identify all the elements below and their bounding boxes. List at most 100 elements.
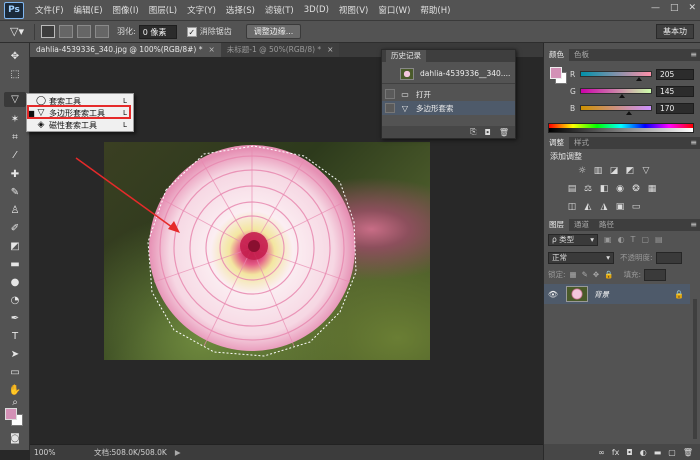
document-canvas[interactable] bbox=[104, 142, 430, 360]
lock-position-icon[interactable]: ✥ bbox=[593, 270, 599, 279]
shape-tool[interactable]: ▭ bbox=[4, 365, 26, 380]
layers-scrollbar[interactable] bbox=[693, 299, 697, 439]
gradient-map-icon[interactable]: ▭ bbox=[630, 201, 642, 213]
tab-color[interactable]: 颜色 bbox=[544, 49, 569, 61]
curves-icon[interactable]: ◪ bbox=[608, 165, 620, 177]
type-tool[interactable]: T bbox=[4, 329, 26, 344]
fx-icon[interactable]: fx bbox=[612, 448, 620, 457]
new-selection-mode-button[interactable] bbox=[41, 25, 55, 38]
color-foreground-swatch[interactable] bbox=[550, 67, 562, 79]
panel-menu-icon[interactable]: ≡ bbox=[690, 50, 697, 59]
lock-all-icon[interactable]: 🔒 bbox=[604, 270, 613, 279]
type-filter-icon[interactable]: T bbox=[631, 235, 636, 244]
close-icon[interactable]: × bbox=[208, 43, 214, 57]
selective-color-icon[interactable]: ▣ bbox=[614, 201, 626, 213]
menu-help[interactable]: 帮助(H) bbox=[415, 4, 455, 16]
red-slider[interactable] bbox=[580, 71, 652, 81]
blur-tool[interactable]: ● bbox=[4, 275, 26, 290]
workspace-switcher[interactable]: 基本功 bbox=[656, 24, 694, 39]
opacity-input[interactable] bbox=[655, 251, 682, 264]
eye-icon[interactable]: 👁 bbox=[546, 290, 560, 299]
quick-mask-button[interactable]: ◙ bbox=[4, 431, 26, 446]
tab-dahlia[interactable]: dahlia-4539336_340.jpg @ 100%(RGB/8#) * × bbox=[30, 43, 221, 57]
tab-layers[interactable]: 图层 bbox=[544, 219, 569, 231]
photo-filter-icon[interactable]: ◉ bbox=[614, 183, 626, 195]
new-layer-icon[interactable]: ▢ bbox=[668, 448, 676, 457]
stamp-tool[interactable]: ♙ bbox=[4, 203, 26, 218]
shape-filter-icon[interactable]: ▢ bbox=[641, 235, 649, 244]
tool-preset-picker[interactable]: ▽▾ bbox=[4, 24, 30, 40]
history-step-open[interactable]: ▭ 打开 bbox=[382, 87, 515, 101]
adjustment-layer-icon[interactable]: ◐ bbox=[640, 448, 647, 457]
history-step-polygonal-lasso[interactable]: ▽ 多边形套索 bbox=[382, 101, 515, 115]
lock-transparency-icon[interactable]: ▦ bbox=[570, 270, 577, 279]
menu-3d[interactable]: 3D(D) bbox=[299, 5, 334, 15]
smart-filter-icon[interactable]: ▤ bbox=[655, 235, 663, 244]
zoom-level[interactable]: 100% bbox=[30, 448, 58, 457]
healing-tool[interactable]: ✚ bbox=[4, 167, 26, 182]
refine-edge-button[interactable]: 调整边缘... bbox=[245, 24, 302, 39]
vibrance-icon[interactable]: ▽ bbox=[640, 165, 652, 177]
brush-tool[interactable]: ✎ bbox=[4, 185, 26, 200]
menu-view[interactable]: 视图(V) bbox=[334, 4, 373, 16]
green-value-input[interactable]: 145 bbox=[656, 85, 694, 97]
slider-knob[interactable] bbox=[635, 77, 642, 81]
lasso-tool[interactable]: ▽ bbox=[4, 92, 26, 107]
menu-image[interactable]: 图像(I) bbox=[108, 4, 144, 16]
tab-paths[interactable]: 路径 bbox=[594, 219, 619, 231]
tab-channels[interactable]: 通道 bbox=[569, 219, 594, 231]
menu-window[interactable]: 窗口(W) bbox=[373, 4, 415, 16]
brightness-icon[interactable]: ☼ bbox=[576, 165, 588, 177]
green-slider[interactable] bbox=[580, 88, 652, 98]
tab-styles[interactable]: 样式 bbox=[569, 137, 594, 149]
history-source-checkbox[interactable] bbox=[385, 103, 395, 113]
posterize-icon[interactable]: ◭ bbox=[582, 201, 594, 213]
black-white-icon[interactable]: ◧ bbox=[598, 183, 610, 195]
history-snapshot[interactable]: dahlia-4539336__340.... bbox=[382, 64, 515, 84]
adjustment-filter-icon[interactable]: ◐ bbox=[618, 235, 625, 244]
antialias-checkbox[interactable]: ✓ bbox=[186, 26, 197, 37]
marquee-tool[interactable]: ⬚ bbox=[4, 67, 26, 82]
quick-select-tool[interactable]: ✶ bbox=[4, 112, 26, 127]
tab-adjustments[interactable]: 调整 bbox=[544, 137, 569, 149]
panel-menu-icon[interactable]: ≡ bbox=[690, 220, 697, 229]
pixel-filter-icon[interactable]: ▣ bbox=[604, 235, 612, 244]
red-value-input[interactable]: 205 bbox=[656, 68, 694, 80]
color-spectrum-bar[interactable] bbox=[548, 123, 694, 133]
menu-file[interactable]: 文件(F) bbox=[30, 4, 69, 16]
close-button[interactable]: ✕ bbox=[688, 3, 696, 13]
lock-pixels-icon[interactable]: ✎ bbox=[582, 270, 588, 279]
blend-mode-dropdown[interactable]: 正常 ▾ bbox=[548, 251, 614, 264]
slider-knob[interactable] bbox=[626, 111, 633, 115]
maximize-button[interactable]: □ bbox=[670, 3, 679, 13]
dodge-tool[interactable]: ◔ bbox=[4, 293, 26, 308]
menu-edit[interactable]: 编辑(E) bbox=[69, 4, 108, 16]
channel-mixer-icon[interactable]: ❂ bbox=[630, 183, 642, 195]
tab-swatches[interactable]: 色板 bbox=[569, 49, 594, 61]
foreground-color-swatch[interactable] bbox=[5, 408, 17, 420]
color-lookup-icon[interactable]: ▦ bbox=[646, 183, 658, 195]
levels-icon[interactable]: ▥ bbox=[592, 165, 604, 177]
fill-input[interactable] bbox=[644, 268, 667, 281]
slider-knob[interactable] bbox=[619, 94, 626, 98]
threshold-icon[interactable]: ◮ bbox=[598, 201, 610, 213]
eyedropper-tool[interactable]: ⁄ bbox=[4, 148, 26, 163]
layer-background[interactable]: 👁 背景 🔒 bbox=[544, 284, 690, 304]
move-tool[interactable]: ✥ bbox=[4, 49, 26, 64]
history-brush-tool[interactable]: ✐ bbox=[4, 221, 26, 236]
trash-icon[interactable]: 🗑 bbox=[499, 128, 509, 137]
minimize-button[interactable]: — bbox=[651, 3, 660, 13]
status-menu-icon[interactable]: ▶ bbox=[175, 448, 181, 457]
menu-layer[interactable]: 图层(L) bbox=[144, 4, 182, 16]
group-folder-icon[interactable]: ▬ bbox=[654, 448, 662, 457]
hue-saturation-icon[interactable]: ▤ bbox=[566, 183, 578, 195]
exposure-icon[interactable]: ◩ bbox=[624, 165, 636, 177]
link-layers-icon[interactable]: ∞ bbox=[598, 448, 605, 457]
new-document-from-state-icon[interactable]: ⎘ bbox=[470, 127, 476, 137]
pen-tool[interactable]: ✒ bbox=[4, 311, 26, 326]
subtract-selection-mode-button[interactable] bbox=[77, 25, 91, 38]
gradient-tool[interactable]: ▬ bbox=[4, 257, 26, 272]
camera-icon[interactable]: ◘ bbox=[485, 128, 491, 137]
menu-type[interactable]: 文字(Y) bbox=[182, 4, 221, 16]
add-selection-mode-button[interactable] bbox=[59, 25, 73, 38]
